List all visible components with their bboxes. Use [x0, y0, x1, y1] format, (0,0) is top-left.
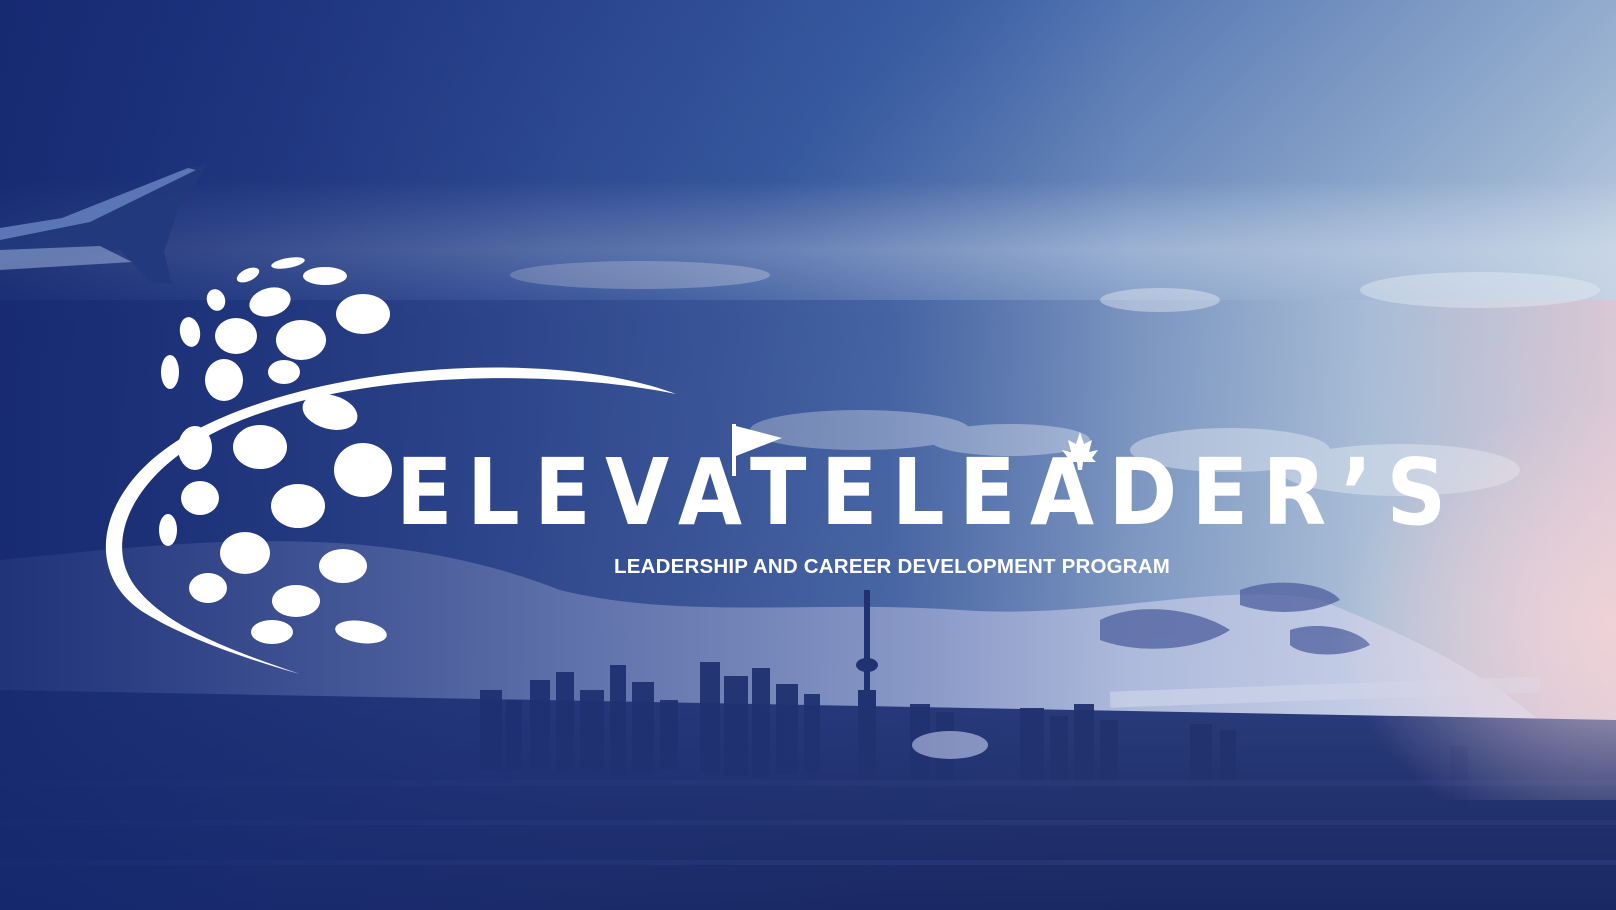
brand-title: ELEVATELEADER’S	[396, 439, 1461, 546]
brand-tagline: LEADERSHIP AND CAREER DEVELOPMENT PROGRA…	[614, 555, 1171, 578]
hero-banner: ELEVATELEADER’S LEADERSHIP AND CAREER DE…	[0, 0, 1616, 910]
